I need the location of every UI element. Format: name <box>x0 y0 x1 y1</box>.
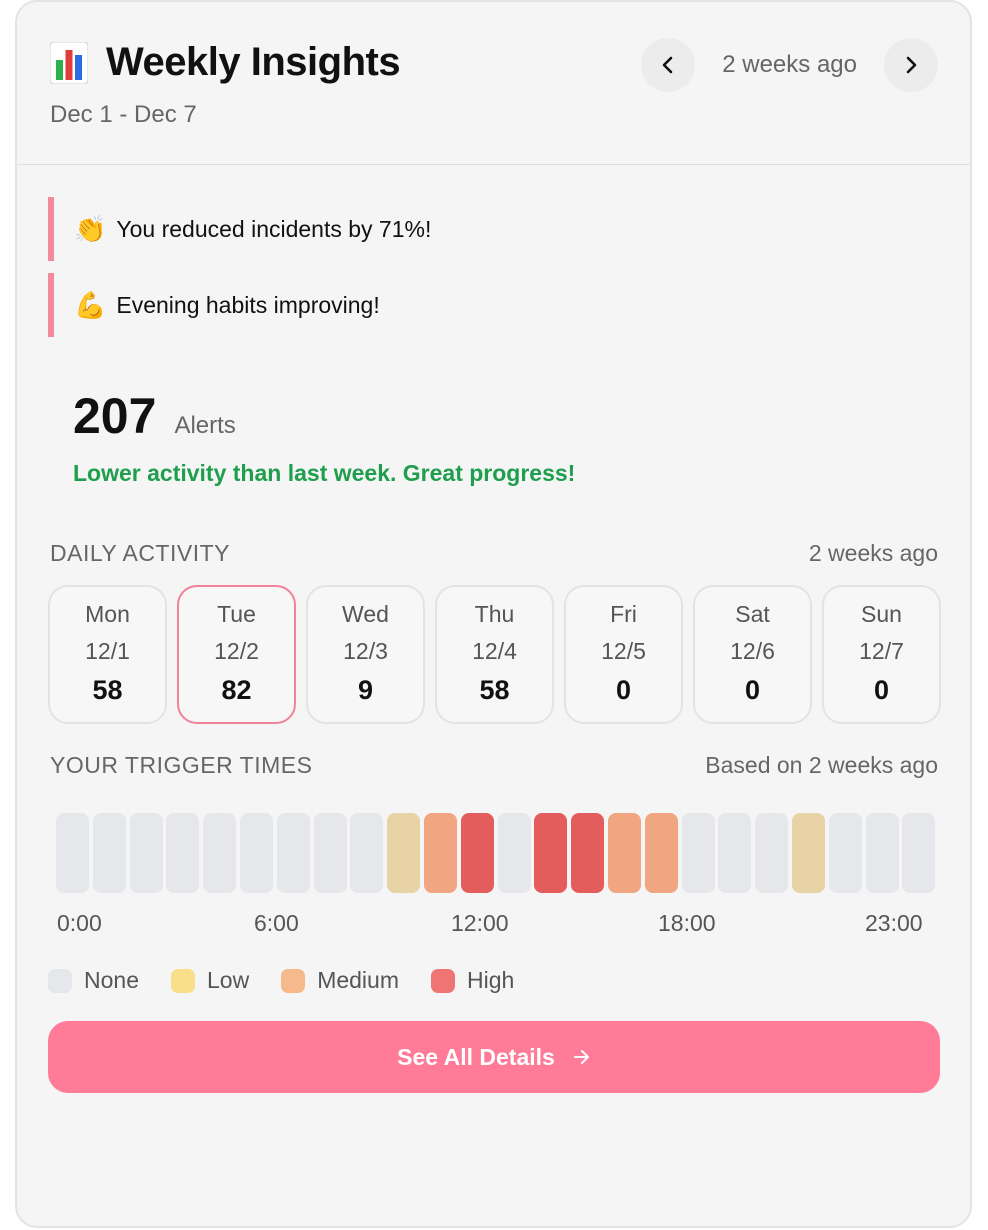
period-navigator: 2 weeks ago <box>641 38 938 92</box>
daily-activity-period: 2 weeks ago <box>808 540 938 566</box>
heatmap-cell <box>423 813 457 893</box>
day-date: 12/3 <box>343 638 388 664</box>
day-date: 12/2 <box>214 638 259 664</box>
bar-chart-icon <box>49 41 89 84</box>
heatmap-cell <box>460 813 494 893</box>
heatmap-cell <box>129 813 163 893</box>
heatmap-cell <box>534 813 568 893</box>
page-title: Weekly Insights <box>106 40 401 84</box>
weekly-insights-card: Weekly Insights Dec 1 - Dec 7 2 weeks ag… <box>15 0 972 1228</box>
day-name: Sat <box>735 601 770 627</box>
heatmap-cell <box>902 813 936 893</box>
heatmap-cell <box>239 813 273 893</box>
day-count: 0 <box>744 675 761 705</box>
day-date: 12/1 <box>85 638 130 664</box>
legend-swatch-none <box>48 968 72 993</box>
heatmap-cell <box>387 813 421 893</box>
alert-count: 207 <box>73 388 157 444</box>
heatmap-cell <box>755 813 789 893</box>
see-all-details-button[interactable]: See All Details <box>48 1021 940 1093</box>
day-card-selected[interactable]: Tue 12/2 82 <box>177 585 296 724</box>
insight-text: Evening habits improving! <box>116 291 380 318</box>
heatmap-cell <box>607 813 641 893</box>
heatmap-cell <box>313 813 347 893</box>
heatmap-cell <box>644 813 678 893</box>
day-count: 0 <box>873 675 890 705</box>
heatmap-legend: None Low Medium High <box>48 967 546 994</box>
heatmap-cell <box>497 813 531 893</box>
card-header: Weekly Insights Dec 1 - Dec 7 2 weeks ag… <box>17 2 970 165</box>
day-name: Thu <box>474 601 515 627</box>
clapping-hands-icon: 👏 <box>74 213 107 244</box>
heatmap-cell <box>276 813 310 893</box>
legend-label: None <box>84 967 139 993</box>
period-label: 2 weeks ago <box>722 51 857 78</box>
day-name: Mon <box>85 601 130 627</box>
day-count: 58 <box>479 675 510 705</box>
heatmap-cell <box>56 813 89 893</box>
day-count: 58 <box>92 675 123 705</box>
axis-label: 6:00 <box>254 910 299 936</box>
date-range: Dec 1 - Dec 7 <box>50 101 197 128</box>
day-name: Tue <box>217 601 256 627</box>
day-count: 9 <box>357 675 374 705</box>
axis-label: 18:00 <box>658 910 716 936</box>
day-date: 12/5 <box>601 638 646 664</box>
alert-summary: 207 Alerts <box>73 387 236 445</box>
day-date: 12/6 <box>730 638 775 664</box>
day-name: Sun <box>861 601 902 627</box>
progress-message: Lower activity than last week. Great pro… <box>73 460 576 486</box>
previous-period-button[interactable] <box>641 38 696 92</box>
insight-item: 👏 You reduced incidents by 71%! <box>48 197 474 261</box>
chevron-right-icon <box>906 56 917 74</box>
heatmap-cell <box>203 813 237 893</box>
day-count: 82 <box>221 675 252 705</box>
legend-swatch-high <box>431 968 455 993</box>
heatmap-cell <box>350 813 384 893</box>
insight-item: 💪 Evening habits improving! <box>48 273 474 337</box>
day-card[interactable]: Mon 12/1 58 <box>48 585 167 724</box>
legend-label: Low <box>206 967 250 993</box>
day-date: 12/4 <box>472 638 517 664</box>
legend-swatch-low <box>170 968 195 993</box>
flexed-biceps-icon: 💪 <box>74 289 107 320</box>
axis-label: 12:00 <box>451 910 509 936</box>
heatmap-cell <box>92 813 126 893</box>
heatmap-cell <box>718 813 752 893</box>
insight-text: You reduced incidents by 71%! <box>116 215 432 242</box>
trigger-times-basis: Based on 2 weeks ago <box>705 752 938 778</box>
day-card[interactable]: Fri 12/5 0 <box>564 585 683 724</box>
day-card[interactable]: Wed 12/3 9 <box>306 585 425 724</box>
heatmap-cell <box>828 813 862 893</box>
chevron-left-icon <box>662 56 673 74</box>
day-count: 0 <box>615 675 632 705</box>
heatmap-cell <box>865 813 899 893</box>
heatmap-cell <box>571 813 605 893</box>
trigger-times-title: YOUR TRIGGER TIMES <box>50 752 313 778</box>
day-name: Wed <box>342 601 389 627</box>
heatmap-cell <box>681 813 715 893</box>
legend-label: High <box>467 967 515 993</box>
legend-swatch-medium <box>281 968 306 993</box>
day-name: Fri <box>610 601 637 627</box>
day-date: 12/7 <box>859 638 904 664</box>
arrow-right-icon <box>573 1049 591 1065</box>
day-card[interactable]: Sat 12/6 0 <box>693 585 812 724</box>
heatmap-cell <box>166 813 200 893</box>
alert-unit: Alerts <box>174 412 236 439</box>
heatmap-cell <box>791 813 825 893</box>
day-card[interactable]: Sun 12/7 0 <box>822 585 941 724</box>
daily-activity-title: DAILY ACTIVITY <box>50 540 230 566</box>
daily-activity-list: Mon 12/1 58 Tue 12/2 82 Wed 12/3 9 Thu 1… <box>48 585 941 724</box>
legend-label: Medium <box>317 967 399 993</box>
axis-label: 0:00 <box>57 910 102 936</box>
cta-label: See All Details <box>397 1043 555 1070</box>
next-period-button[interactable] <box>884 38 938 92</box>
title-row: Weekly Insights <box>49 40 401 85</box>
day-card[interactable]: Thu 12/4 58 <box>435 585 554 724</box>
trigger-times-heatmap <box>56 813 936 893</box>
axis-label: 23:00 <box>865 910 923 936</box>
